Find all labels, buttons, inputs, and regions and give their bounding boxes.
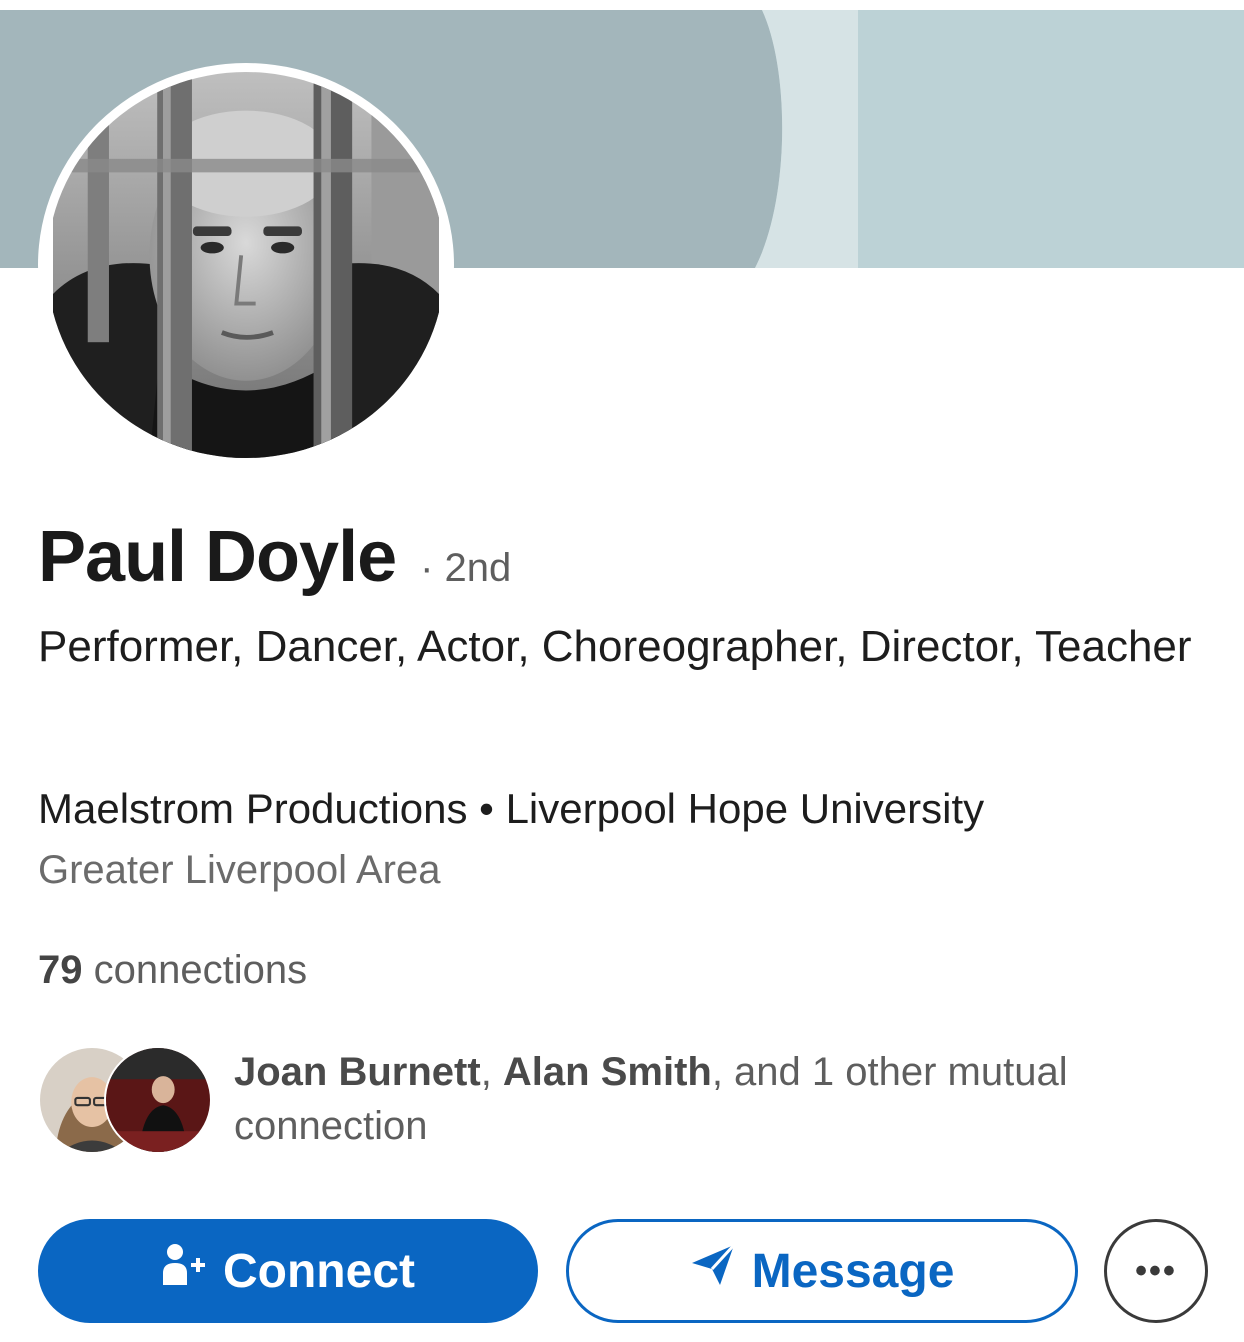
profile-headline: Performer, Dancer, Actor, Choreographer,… xyxy=(38,622,1192,671)
add-person-icon xyxy=(161,1243,207,1299)
connections-link[interactable]: 79 connections xyxy=(38,948,307,993)
mutual-separator: , xyxy=(480,1050,503,1094)
profile-location: Greater Liverpool Area xyxy=(38,848,441,892)
separator-dot: • xyxy=(479,785,494,832)
connections-label: connections xyxy=(82,948,308,992)
message-button[interactable]: Message xyxy=(566,1219,1078,1323)
more-icon: ••• xyxy=(1135,1251,1177,1290)
send-icon xyxy=(690,1243,736,1299)
connect-label: Connect xyxy=(223,1244,415,1298)
school-name[interactable]: Liverpool Hope University xyxy=(506,785,985,832)
profile-name: Paul Doyle xyxy=(38,517,397,597)
company-name[interactable]: Maelstrom Productions xyxy=(38,785,468,832)
connection-degree: · 2nd xyxy=(420,546,512,590)
mutual-avatar xyxy=(104,1046,212,1154)
message-label: Message xyxy=(751,1244,955,1298)
connect-button[interactable]: Connect xyxy=(38,1219,538,1323)
more-button[interactable]: ••• xyxy=(1104,1219,1208,1323)
top-edge xyxy=(0,0,1244,10)
mutual-connections-text[interactable]: Joan Burnett, Alan Smith, and 1 other mu… xyxy=(234,1045,1194,1153)
mutual-person-1: Joan Burnett xyxy=(234,1050,481,1094)
company-school-line: Maelstrom Productions • Liverpool Hope U… xyxy=(38,785,984,833)
profile-photo-image xyxy=(53,72,439,458)
name-row: Paul Doyle · 2nd xyxy=(38,516,511,598)
mutual-avatars[interactable] xyxy=(38,1046,212,1154)
profile-photo[interactable] xyxy=(38,63,454,467)
connections-count: 79 xyxy=(38,948,83,992)
mutual-person-2: Alan Smith xyxy=(502,1050,712,1094)
